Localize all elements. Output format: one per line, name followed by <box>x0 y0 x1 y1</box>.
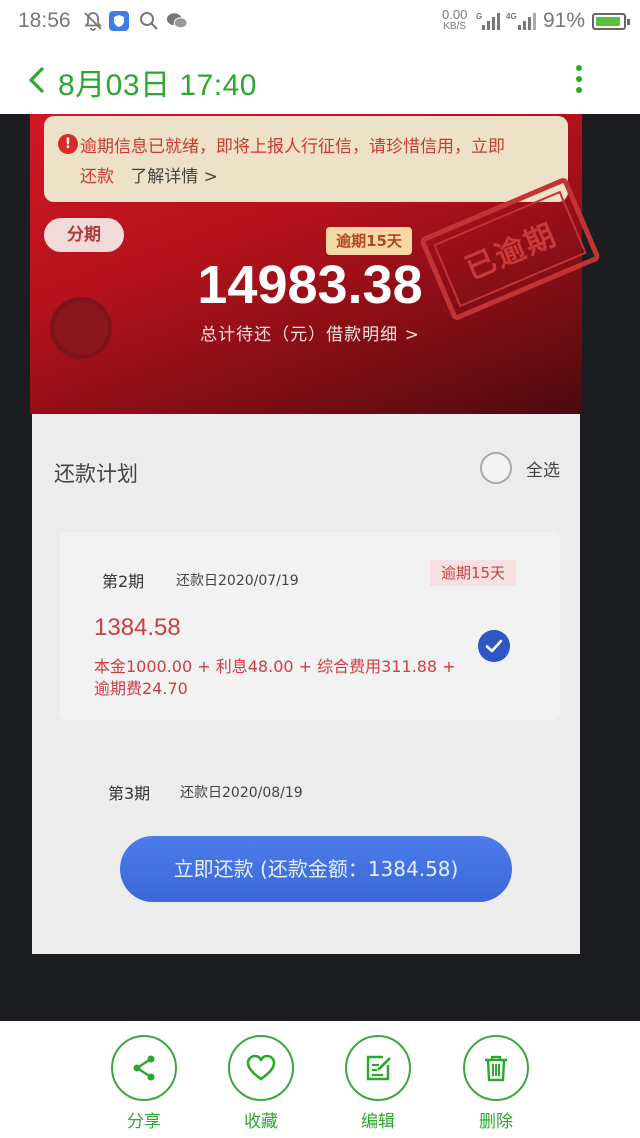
back-arrow-icon[interactable] <box>26 66 48 94</box>
edit-icon <box>366 1055 391 1081</box>
signal-icon: G <box>476 12 500 30</box>
battery-percent: 91% <box>543 9 586 32</box>
battery-tip <box>627 19 630 25</box>
delete-button[interactable]: 删除 <box>456 1035 536 1132</box>
shield-app-icon <box>109 11 129 31</box>
delete-circle <box>463 1035 529 1101</box>
battery-icon <box>592 13 630 30</box>
wechat-icon <box>166 13 188 29</box>
period-number: 第3期 <box>108 784 151 803</box>
share-circle <box>111 1035 177 1101</box>
battery-fill <box>596 17 620 26</box>
period-due-date: 还款日2020/08/19 <box>180 785 303 801</box>
period-due-date: 还款日2020/07/19 <box>176 573 299 589</box>
delete-label: 删除 <box>479 1112 513 1132</box>
installment-tag: 分期 <box>44 218 124 252</box>
edit-circle <box>345 1035 411 1101</box>
photo-timestamp-title: 8月03日 17:40 <box>58 69 257 102</box>
photo-viewer[interactable]: ! 逾期信息已就绪，即将上报人行征信，请珍惜信用，立即 还款 了解详情 > 分期… <box>0 114 640 1021</box>
search-icon <box>140 12 158 30</box>
favorite-button[interactable]: 收藏 <box>221 1035 301 1132</box>
share-icon <box>133 1055 155 1081</box>
photo-action-bar: 分享 收藏 编辑 删除 <box>0 1021 640 1138</box>
period-breakdown: 本金1000.00 + 利息48.00 + 综合费用311.88 + 逾期费24… <box>94 657 456 698</box>
status-bar: 18:56 0.00 KB/S G 4G 91% <box>0 0 640 44</box>
more-options-icon[interactable] <box>568 64 590 94</box>
network-type: 4G <box>506 12 517 21</box>
repayment-plan-card: 还款计划 全选 第2期 还款日2020/07/19 逾期15天 1384.58 … <box>32 414 580 954</box>
heart-icon <box>246 1054 276 1081</box>
overdue-days-badge: 逾期15天 <box>326 227 412 255</box>
status-time: 18:56 <box>18 9 71 32</box>
svg-text:G: G <box>476 12 482 21</box>
period-number: 第2期 <box>102 572 145 591</box>
notice-message: 逾期信息已就绪，即将上报人行征信，请珍惜信用，立即 <box>80 137 505 157</box>
total-label: 总计待还（元）借款明细 > <box>200 325 420 345</box>
mute-notification-icon <box>84 12 102 31</box>
network-speed-value: 0.00 <box>442 7 468 22</box>
total-amount: 14983.38 <box>197 255 423 315</box>
network-speed-unit: KB/S <box>443 21 467 32</box>
checked-icon <box>478 630 510 662</box>
share-button[interactable]: 分享 <box>104 1035 184 1132</box>
info-alert-icon: ! <box>58 134 78 154</box>
header-bar: 8月03日 17:40 <box>0 44 640 114</box>
notice-details-link: 了解详情 > <box>130 167 218 187</box>
network-speed: 0.00 KB/S <box>442 8 467 32</box>
period-amount: 1384.58 <box>94 614 181 641</box>
edit-label: 编辑 <box>361 1112 395 1132</box>
period-item: 第2期 还款日2020/07/19 逾期15天 1384.58 本金1000.0… <box>60 532 560 720</box>
plan-title: 还款计划 <box>54 462 138 486</box>
favorite-label: 收藏 <box>244 1112 278 1132</box>
notice-text: 逾期信息已就绪，即将上报人行征信，请珍惜信用，立即 还款 了解详情 > <box>80 132 558 192</box>
select-all-radio <box>480 452 512 484</box>
period-item: 第3期 还款日2020/08/19 <box>60 754 560 830</box>
signal-4g-icon: 4G <box>506 12 536 30</box>
pay-now-button: 立即还款 (还款金额：1384.58) <box>120 836 512 902</box>
notice-pay-text: 还款 <box>80 167 114 187</box>
trash-icon <box>485 1055 507 1082</box>
edit-button[interactable]: 编辑 <box>338 1035 418 1132</box>
share-label: 分享 <box>127 1112 161 1132</box>
favorite-circle <box>228 1035 294 1101</box>
period-overdue-badge: 逾期15天 <box>430 560 516 586</box>
overdue-notice-banner: ! 逾期信息已就绪，即将上报人行征信，请珍惜信用，立即 还款 了解详情 > <box>44 116 568 202</box>
select-all-label: 全选 <box>526 461 560 481</box>
